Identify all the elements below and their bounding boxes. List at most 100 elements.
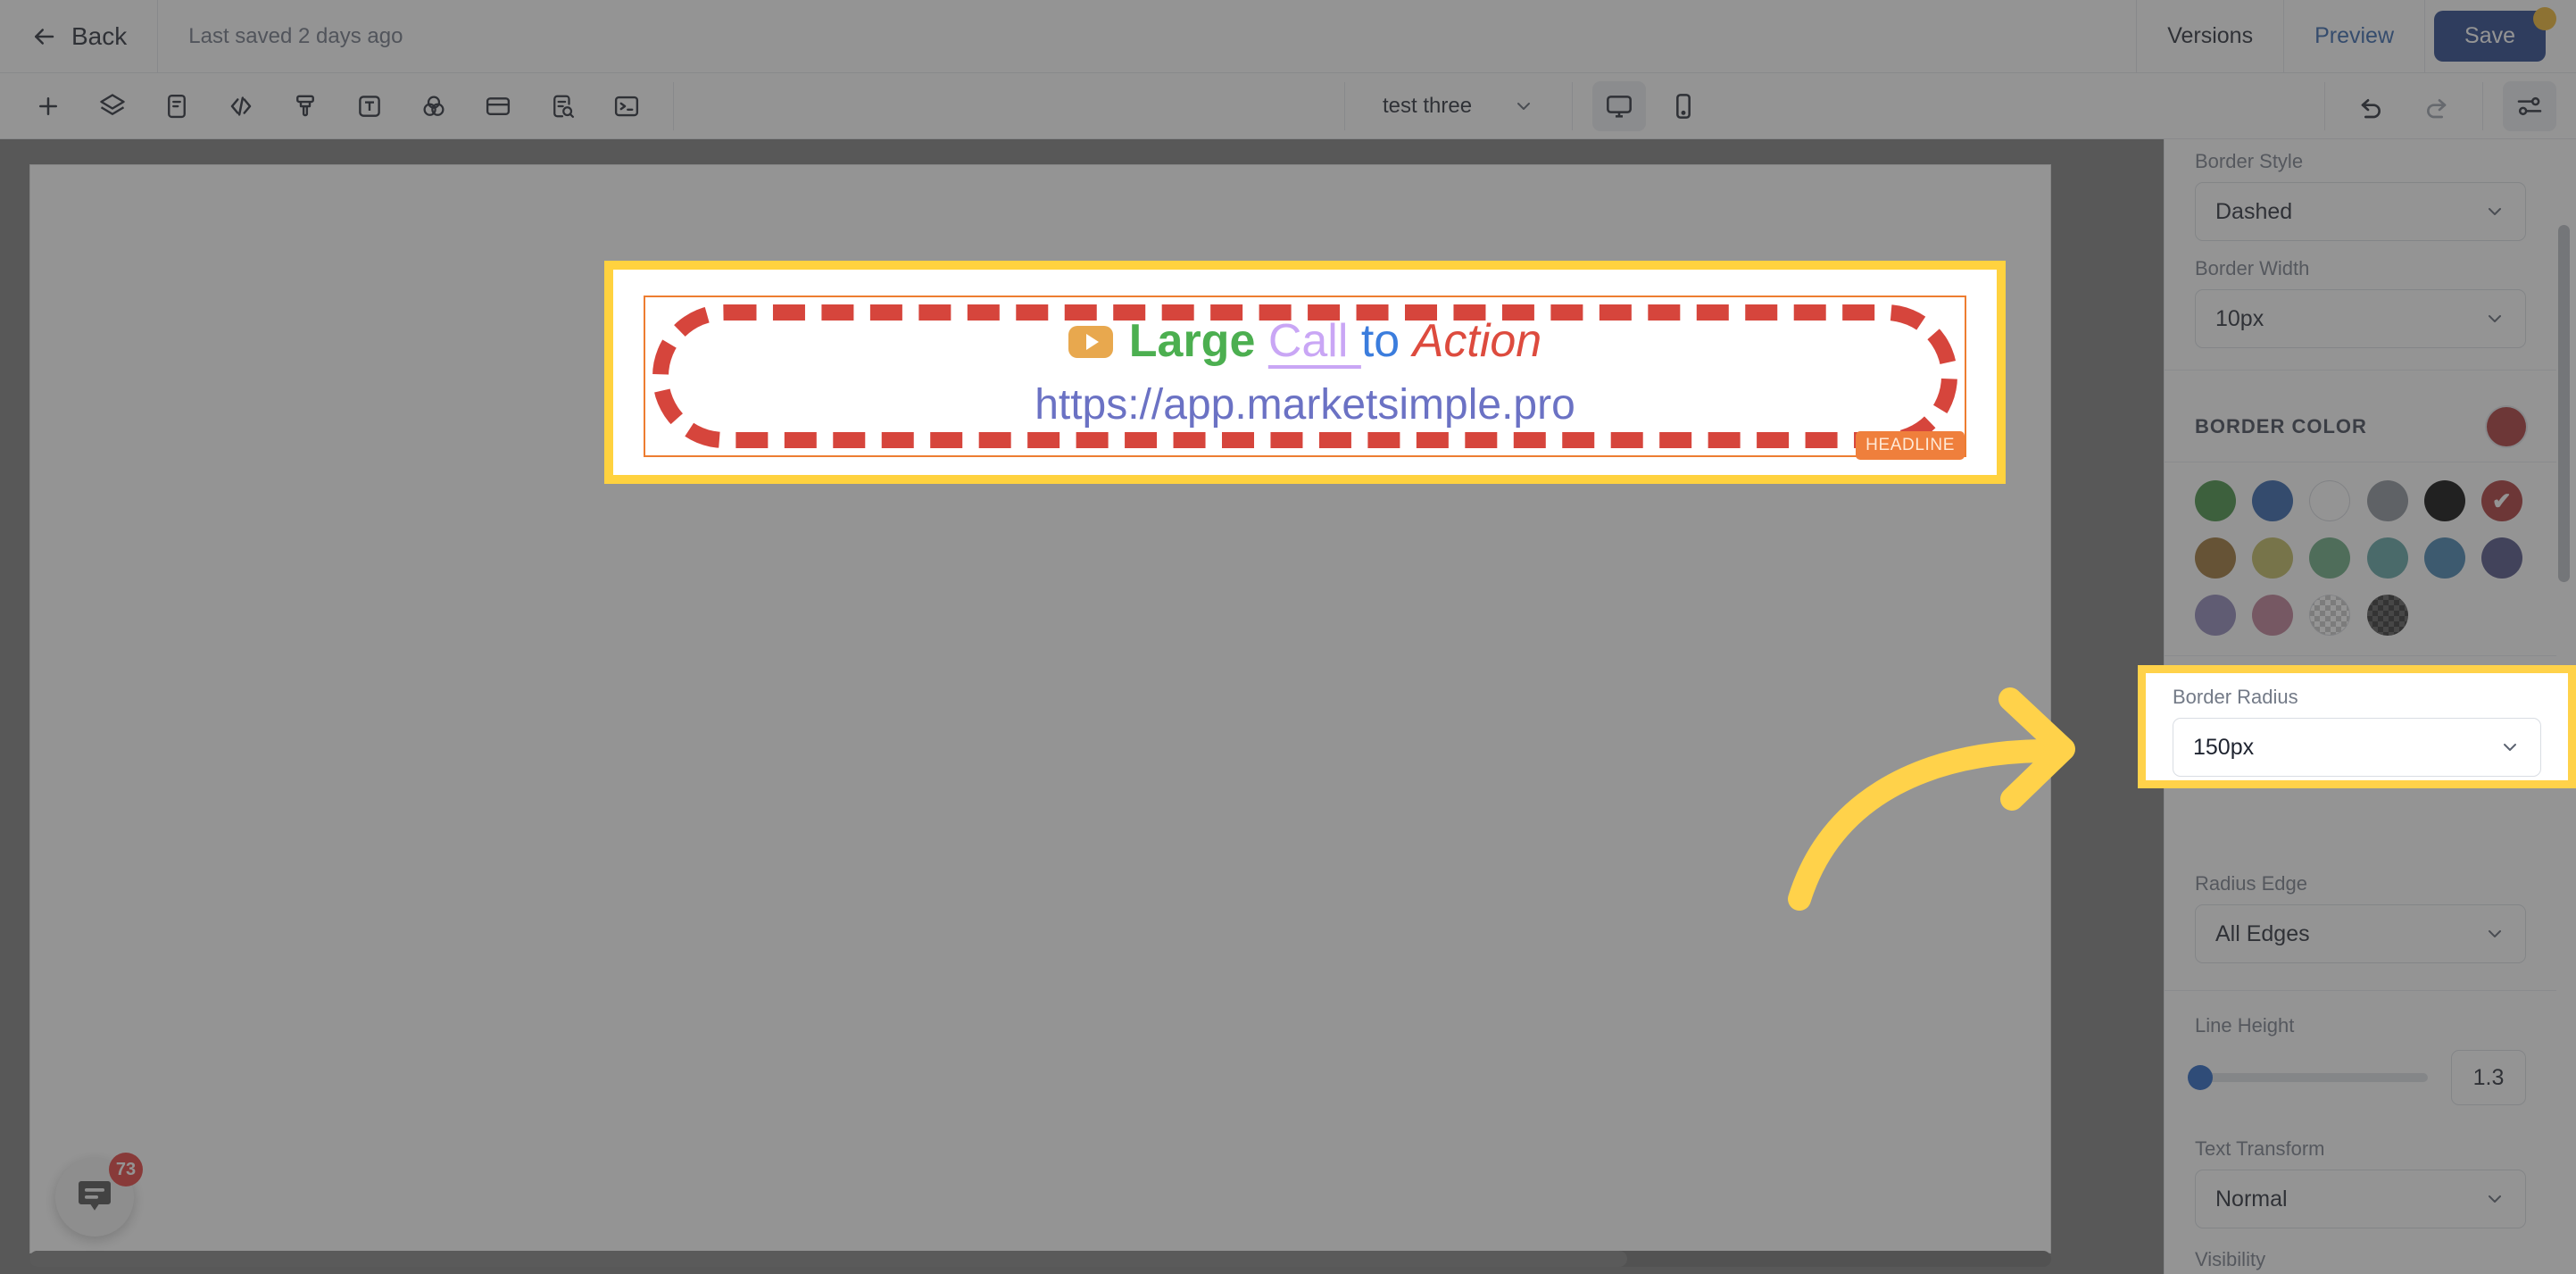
text-transform-label: Text Transform <box>2195 1137 2325 1160</box>
chevron-down-icon <box>2484 308 2505 329</box>
redo-icon[interactable] <box>2409 81 2463 131</box>
chevron-down-icon <box>2484 923 2505 945</box>
page-content-icon[interactable] <box>150 81 204 131</box>
header-actions: Versions Preview Save <box>2136 0 2576 73</box>
border-width-select[interactable]: 10px <box>2195 289 2526 348</box>
layers-icon[interactable] <box>86 81 139 131</box>
swatch-seagreen[interactable] <box>2309 537 2351 579</box>
toolbar-separator-1 <box>673 81 674 130</box>
back-label: Back <box>71 21 128 50</box>
app-root: Back Last saved 2 days ago Versions Prev… <box>0 0 2576 1274</box>
border-color-swatch-grid: ✔ <box>2165 462 2556 655</box>
swatch-indigo[interactable] <box>2480 537 2522 579</box>
swatch-transparent-dark[interactable] <box>2366 595 2408 636</box>
swatch-teal[interactable] <box>2366 537 2408 579</box>
brush-icon[interactable] <box>278 81 332 131</box>
cta-content: Large Call to Action https://app.markets… <box>613 270 1997 475</box>
swatch-blue[interactable] <box>2252 480 2294 521</box>
settings-sliders-icon[interactable] <box>2503 80 2556 131</box>
border-width-field: Border Width 10px <box>2165 257 2556 348</box>
line-height-slider[interactable] <box>2187 1065 2428 1090</box>
chevron-down-icon <box>2499 737 2521 758</box>
page-selector[interactable]: test three <box>1359 94 1558 119</box>
radius-edge-select[interactable]: All Edges <box>2195 904 2526 963</box>
border-color-current-swatch[interactable] <box>2487 407 2526 446</box>
line-height-value[interactable]: 1.3 <box>2451 1050 2526 1105</box>
radius-edge-label: Radius Edge <box>2195 872 2307 895</box>
line-height-label: Line Height <box>2195 1014 2295 1037</box>
canvas-scroll-thumb[interactable] <box>29 1251 1627 1267</box>
toolbar-right-group <box>2310 73 2562 138</box>
chat-unread-badge: 73 <box>109 1153 143 1187</box>
border-width-label: Border Width <box>2195 257 2310 279</box>
border-style-label: Border Style <box>2195 150 2304 172</box>
desktop-icon[interactable] <box>1592 80 1647 131</box>
border-style-select[interactable]: Dashed <box>2195 182 2526 241</box>
chat-widget-button[interactable]: 73 <box>55 1153 143 1237</box>
text-transform-field: Text Transform Normal <box>2165 1137 2556 1228</box>
cta-word-to: to <box>1360 315 1413 367</box>
toolbar-separator-3 <box>1572 81 1574 130</box>
arrow-left-icon <box>30 23 57 50</box>
page-selector-label: test three <box>1383 93 1473 118</box>
panel-vertical-scrollbar[interactable] <box>2558 225 2570 582</box>
terminal-icon[interactable] <box>600 81 653 131</box>
border-radius-select[interactable]: 150px <box>2173 718 2541 777</box>
radius-edge-value: All Edges <box>2215 920 2310 946</box>
code-icon[interactable] <box>214 81 268 131</box>
seo-inspect-icon[interactable] <box>536 81 589 131</box>
frame-icon[interactable] <box>471 81 525 131</box>
chat-bubble-icon <box>73 1176 116 1219</box>
add-icon[interactable] <box>21 81 75 131</box>
toolbar-left-group <box>0 73 688 138</box>
swatch-olive[interactable] <box>2252 537 2294 579</box>
check-icon: ✔ <box>2491 487 2512 514</box>
unsaved-changes-dot <box>2533 7 2556 30</box>
app-header: Back Last saved 2 days ago Versions Prev… <box>0 0 2576 73</box>
cta-url: https://app.marketsimple.pro <box>1035 380 1575 429</box>
chevron-down-icon <box>2484 1188 2505 1210</box>
swatch-white[interactable] <box>2309 480 2351 521</box>
toolbar-center-group: test three <box>1330 73 1716 138</box>
back-button[interactable]: Back <box>0 0 157 72</box>
save-button-wrap: Save <box>2425 7 2576 62</box>
swatch-brown[interactable] <box>2195 537 2236 579</box>
swatch-green[interactable] <box>2195 480 2236 521</box>
cta-word-call[interactable]: Call <box>1268 312 1361 372</box>
swatch-transparent[interactable] <box>2309 595 2351 636</box>
border-radius-label: Border Radius <box>2173 686 2298 708</box>
line-height-slider-knob[interactable] <box>2187 1065 2213 1090</box>
visibility-label: Visibility <box>2195 1248 2266 1270</box>
panel-divider-1 <box>2165 370 2556 371</box>
save-button[interactable]: Save <box>2434 11 2546 62</box>
versions-button[interactable]: Versions <box>2137 0 2283 72</box>
toolbar-separator-5 <box>2482 81 2483 130</box>
editor-toolbar: test three <box>0 73 2576 139</box>
border-width-value: 10px <box>2215 305 2264 331</box>
swatch-gray[interactable] <box>2366 480 2408 521</box>
cta-block[interactable]: Large Call to Action https://app.markets… <box>613 270 1997 475</box>
border-color-label: BORDER COLOR <box>2195 415 2367 437</box>
border-radius-highlight: Border Radius 150px <box>2138 665 2576 788</box>
canvas-horizontal-scrollbar[interactable] <box>29 1251 2051 1267</box>
preview-button[interactable]: Preview <box>2284 0 2424 72</box>
text-transform-value: Normal <box>2215 1186 2288 1212</box>
line-height-slider-row: 1.3 <box>2165 1050 2556 1105</box>
line-height-field: Line Height <box>2165 1014 2556 1037</box>
swatch-rose[interactable] <box>2252 595 2294 636</box>
color-filters-icon[interactable] <box>407 81 461 131</box>
text-icon[interactable] <box>343 81 396 131</box>
undo-icon[interactable] <box>2345 81 2398 131</box>
last-saved-text: Last saved 2 days ago <box>188 23 403 48</box>
toolbar-separator-4 <box>2324 81 2325 130</box>
border-radius-value: 150px <box>2193 734 2255 760</box>
swatch-red[interactable]: ✔ <box>2480 480 2522 521</box>
swatch-steelblue[interactable] <box>2423 537 2465 579</box>
swatch-black[interactable] <box>2423 480 2465 521</box>
chevron-down-icon <box>1513 96 1534 117</box>
cta-word-large: Large <box>1128 315 1256 367</box>
mobile-icon[interactable] <box>1657 81 1710 131</box>
swatch-lavender[interactable] <box>2195 595 2236 636</box>
cta-headline: Large Call to Action <box>1068 312 1541 372</box>
text-transform-select[interactable]: Normal <box>2195 1170 2526 1228</box>
